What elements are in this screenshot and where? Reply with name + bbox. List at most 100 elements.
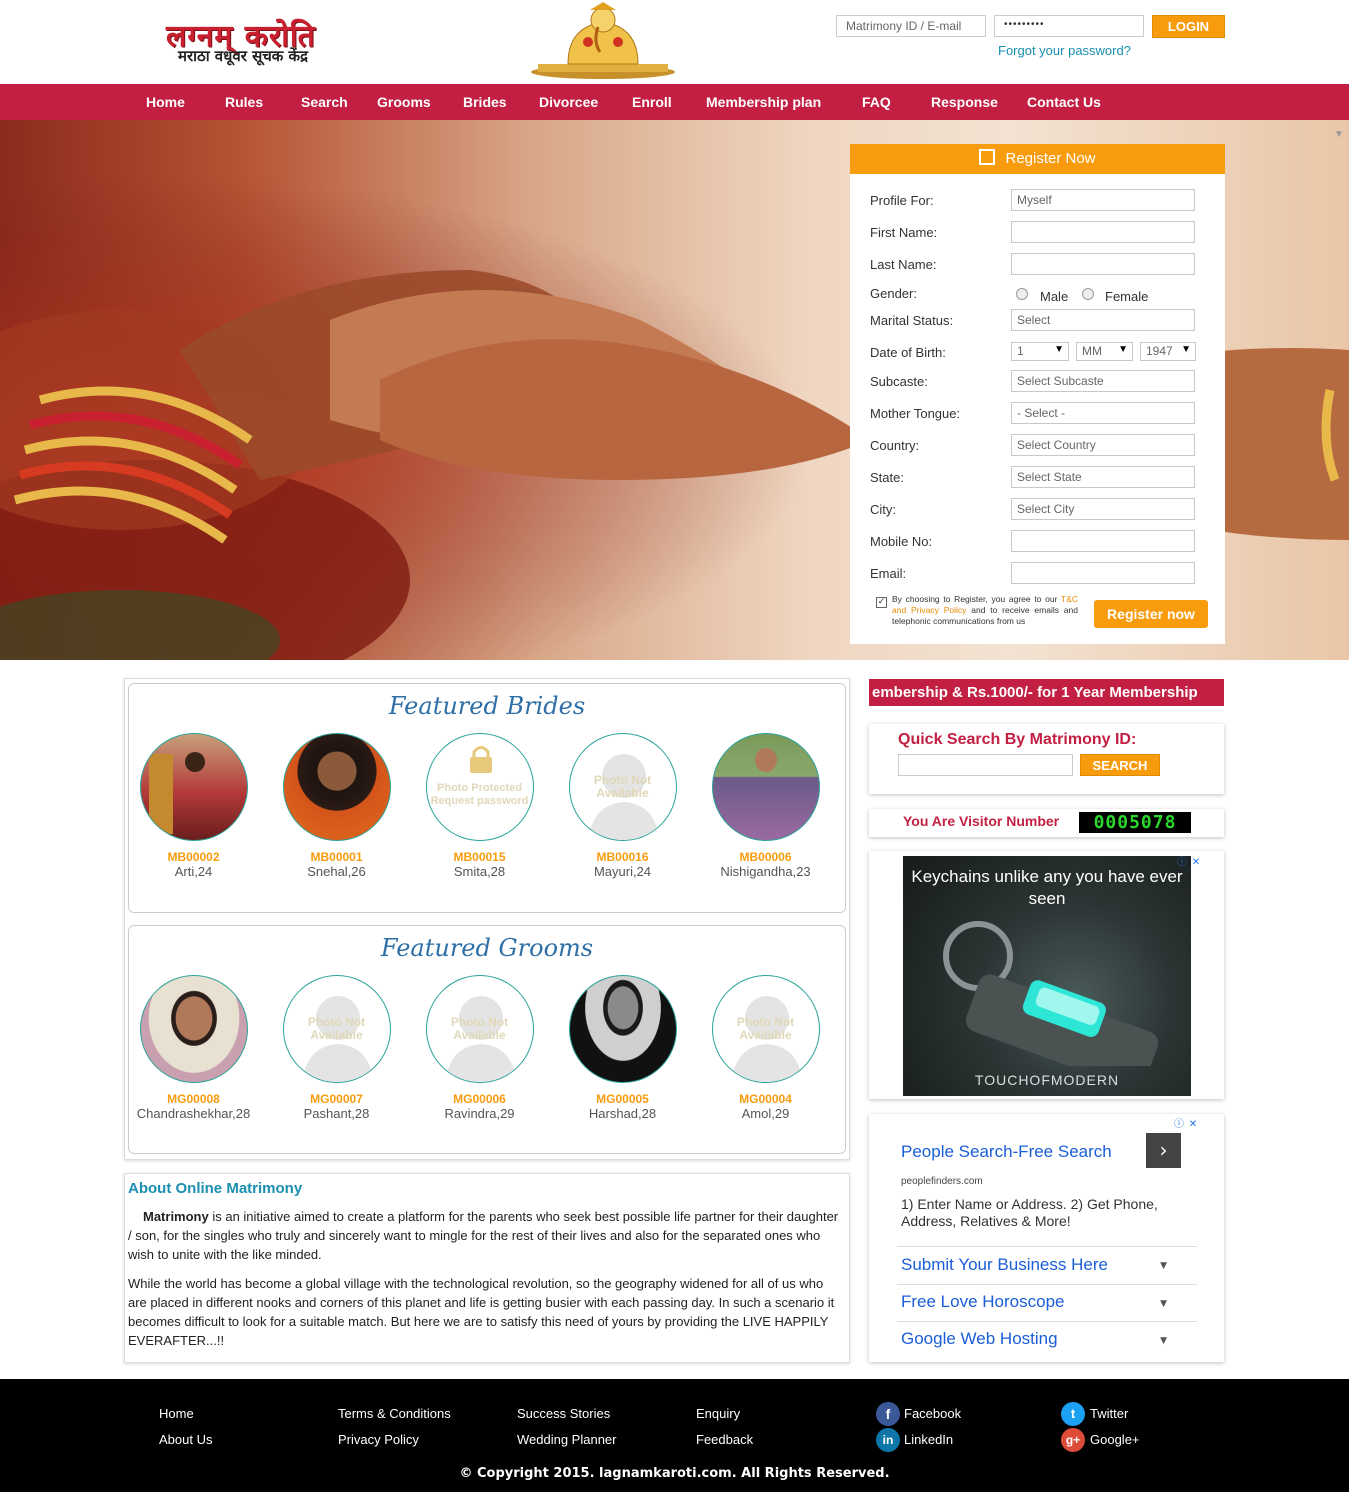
ad-close-icon[interactable]: ✕ (1189, 856, 1203, 870)
nav-brides[interactable]: Brides (463, 84, 507, 120)
google-plus-icon[interactable]: g+ (1061, 1428, 1085, 1452)
footer-googleplus-link[interactable]: Google+ (1090, 1432, 1140, 1447)
ad-link-web-hosting[interactable]: Google Web Hosting (901, 1329, 1058, 1349)
avatar[interactable] (139, 733, 248, 841)
nav-grooms[interactable]: Grooms (377, 84, 431, 120)
nav-contact-us[interactable]: Contact Us (1027, 84, 1101, 120)
nav-membership-plan[interactable]: Membership plan (706, 84, 821, 120)
avatar[interactable]: Photo Not Available (425, 975, 534, 1083)
state-select[interactable]: Select State (1011, 466, 1195, 488)
mother-tongue-select[interactable]: - Select - (1011, 402, 1195, 424)
profile-id[interactable]: MG00006 (408, 1092, 551, 1106)
profile-id[interactable]: MB00016 (551, 850, 694, 864)
ad-info-icon[interactable]: ⓘ (1175, 856, 1189, 870)
quick-search-input[interactable] (898, 754, 1073, 776)
profile-name: Nishigandha,23 (720, 864, 811, 879)
footer-linkedin-link[interactable]: LinkedIn (904, 1432, 953, 1447)
footer-about-link[interactable]: About Us (159, 1432, 212, 1447)
groom-card[interactable]: Photo Not Available MG00004 Amol,29 (694, 975, 837, 1121)
login-id-input[interactable]: Matrimony ID / E-mail (836, 15, 986, 37)
ad-people-search-link[interactable]: People Search-Free Search (901, 1142, 1112, 1162)
twitter-icon[interactable]: t (1061, 1402, 1085, 1426)
facebook-icon[interactable]: f (876, 1402, 900, 1426)
ad-link-submit-business[interactable]: Submit Your Business Here (901, 1255, 1108, 1275)
groom-card[interactable]: MG00008 Chandrashekhar,28 (122, 975, 265, 1121)
nav-search[interactable]: Search (301, 84, 348, 120)
groom-card[interactable]: Photo Not Available MG00006 Ravindra,29 (408, 975, 551, 1121)
register-now-button[interactable]: Register now (1094, 600, 1208, 628)
email-input[interactable] (1011, 562, 1195, 584)
gender-male-radio[interactable] (1016, 288, 1028, 300)
footer-enquiry-link[interactable]: Enquiry (696, 1406, 740, 1421)
ad-close-icon[interactable]: ✕ (1186, 1118, 1200, 1132)
profile-for-select[interactable]: Myself (1011, 189, 1195, 211)
forgot-password-link[interactable]: Forgot your password? (998, 43, 1131, 58)
terms-checkbox[interactable]: ✓ (876, 597, 887, 608)
linkedin-icon[interactable]: in (876, 1428, 900, 1452)
mobile-input[interactable] (1011, 530, 1195, 552)
bride-card[interactable]: MB00001 Snehal,26 (265, 733, 408, 879)
nav-divorcee[interactable]: Divorcee (539, 84, 598, 120)
footer-success-stories-link[interactable]: Success Stories (517, 1406, 610, 1421)
footer-home-link[interactable]: Home (159, 1406, 194, 1421)
ganesh-logo-icon (531, 2, 675, 79)
avatar[interactable]: Photo Not Available (282, 975, 391, 1083)
city-select[interactable]: Select City (1011, 498, 1195, 520)
footer-twitter-link[interactable]: Twitter (1090, 1406, 1128, 1421)
avatar[interactable] (139, 975, 248, 1083)
dob-year-select[interactable]: 1947 ▼ (1140, 342, 1196, 361)
footer-terms-link[interactable]: Terms & Conditions (338, 1406, 451, 1421)
ad-box-1: Keychains unlike any you have ever seen … (869, 851, 1224, 1099)
profile-id[interactable]: MG00004 (694, 1092, 837, 1106)
profile-id[interactable]: MB00001 (265, 850, 408, 864)
footer-privacy-link[interactable]: Privacy Policy (338, 1432, 419, 1447)
featured-grooms-title: Featured Grooms (380, 934, 594, 962)
avatar[interactable]: Photo Not Available (568, 733, 677, 841)
groom-card[interactable]: MG00005 Harshad,28 (551, 975, 694, 1121)
profile-id[interactable]: MG00008 (122, 1092, 265, 1106)
profile-id[interactable]: MG00005 (551, 1092, 694, 1106)
avatar[interactable]: Photo Protected Request password (425, 733, 534, 841)
footer-facebook-link[interactable]: Facebook (904, 1406, 961, 1421)
nav-faq[interactable]: FAQ (862, 84, 891, 120)
dob-month-select[interactable]: MM ▼ (1076, 342, 1133, 361)
avatar[interactable] (282, 733, 391, 841)
ad-arrow-button[interactable]: › (1146, 1133, 1181, 1168)
bride-card[interactable]: MB00006 Nishigandha,23 (694, 733, 837, 879)
subcaste-select[interactable]: Select Subcaste (1011, 370, 1195, 392)
profile-id[interactable]: MB00006 (694, 850, 837, 864)
nav-home[interactable]: Home (146, 84, 185, 120)
dob-day-select[interactable]: 1 ▼ (1011, 342, 1069, 361)
country-select[interactable]: Select Country (1011, 434, 1195, 456)
avatar[interactable] (711, 733, 820, 841)
bride-card[interactable]: Photo Not Available MB00016 Mayuri,24 (551, 733, 694, 879)
profile-id[interactable]: MG00007 (265, 1092, 408, 1106)
ad-link-row[interactable]: Free Love Horoscope ▼ (897, 1284, 1197, 1322)
profile-id[interactable]: MB00002 (122, 850, 265, 864)
quick-search-button[interactable]: SEARCH (1080, 754, 1160, 776)
bride-card[interactable]: MB00002 Arti,24 (122, 733, 265, 879)
footer-wedding-planner-link[interactable]: Wedding Planner (517, 1432, 617, 1447)
profile-name: Amol,29 (741, 1106, 790, 1121)
avatar[interactable]: Photo Not Available (711, 975, 820, 1083)
first-name-input[interactable] (1011, 221, 1195, 243)
nav-enroll[interactable]: Enroll (632, 84, 672, 120)
ad-link-row[interactable]: Google Web Hosting ▼ (897, 1321, 1197, 1359)
marital-status-select[interactable]: Select (1011, 309, 1195, 331)
avatar[interactable] (568, 975, 677, 1083)
profile-id[interactable]: MB00015 (408, 850, 551, 864)
last-name-input[interactable] (1011, 253, 1195, 275)
ad-link-row[interactable]: Submit Your Business Here ▼ (897, 1246, 1197, 1284)
nav-rules[interactable]: Rules (225, 84, 263, 120)
label-mobile: Mobile No: (870, 534, 933, 549)
bride-card[interactable]: Photo Protected Request password MB00015… (408, 733, 551, 879)
login-button[interactable]: LOGIN (1152, 15, 1225, 38)
login-password-input[interactable]: ••••••••• (994, 15, 1144, 37)
footer-feedback-link[interactable]: Feedback (696, 1432, 753, 1447)
groom-card[interactable]: Photo Not Available MG00007 Pashant,28 (265, 975, 408, 1121)
ad-keychain-image[interactable]: Keychains unlike any you have ever seen … (903, 856, 1191, 1096)
nav-response[interactable]: Response (931, 84, 998, 120)
gender-female-radio[interactable] (1082, 288, 1094, 300)
ad-info-icon[interactable]: ⓘ (1172, 1118, 1186, 1132)
ad-link-love-horoscope[interactable]: Free Love Horoscope (901, 1292, 1064, 1312)
